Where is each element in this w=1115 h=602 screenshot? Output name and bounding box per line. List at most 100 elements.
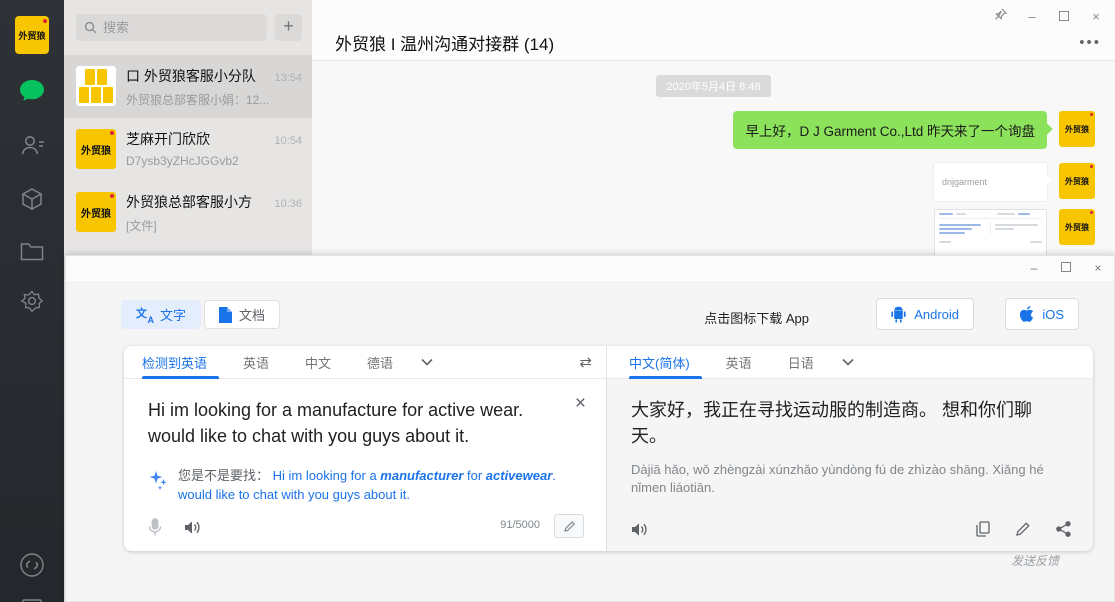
android-label: Android bbox=[914, 307, 959, 322]
tab-german[interactable]: 德语 bbox=[349, 346, 411, 379]
search-input[interactable] bbox=[103, 20, 259, 35]
message-row: 外贸狼 bbox=[312, 209, 1115, 259]
chat-time: 10:54 bbox=[274, 135, 302, 147]
contacts-icon[interactable] bbox=[0, 130, 64, 160]
message-area: 2020年5月4日 8:48 早上好，D J Garment Co.,Ltd 昨… bbox=[312, 61, 1115, 259]
folder-icon[interactable] bbox=[0, 236, 64, 266]
avatar[interactable]: 外贸狼 bbox=[1059, 163, 1095, 199]
message-row: 早上好，D J Garment Co.,Ltd 昨天来了一个询盘 外贸狼 bbox=[312, 111, 1115, 149]
message-row: dnjgarment 外贸狼 bbox=[312, 163, 1115, 201]
chat-list-item[interactable]: 外贸狼 外贸狼总部客服小方 10:36 [文件] bbox=[64, 181, 312, 244]
chat-title: 口 外贸狼客服小分队 bbox=[126, 66, 256, 86]
chat-room-title: 外贸狼 I 温州沟通对接群 (14) bbox=[335, 30, 554, 55]
search-icon bbox=[84, 21, 97, 34]
chats-icon[interactable] bbox=[0, 76, 64, 106]
translator-toolbar: 文 A 文字 文档 点击图标下载 App Android bbox=[66, 283, 1114, 345]
android-icon bbox=[891, 306, 906, 323]
avatar[interactable]: 外贸狼 bbox=[1059, 209, 1095, 245]
ios-download-button[interactable]: iOS bbox=[1005, 298, 1079, 330]
pin-icon[interactable] bbox=[991, 8, 1009, 24]
document-icon bbox=[219, 307, 232, 323]
share-icon[interactable] bbox=[1056, 521, 1071, 537]
tab-chinese-simplified[interactable]: 中文(简体) bbox=[629, 346, 708, 379]
tab-english[interactable]: 英语 bbox=[708, 346, 770, 379]
text-mode-label: 文字 bbox=[160, 305, 186, 324]
chevron-down-icon[interactable] bbox=[421, 358, 433, 366]
minimize-icon[interactable]: – bbox=[1023, 9, 1041, 24]
document-mode-label: 文档 bbox=[239, 305, 265, 324]
android-download-button[interactable]: Android bbox=[876, 298, 974, 330]
app-logo[interactable]: 外贸狼 bbox=[15, 16, 49, 54]
tools-icon[interactable] bbox=[0, 286, 64, 316]
avatar: 外贸狼 bbox=[76, 192, 116, 232]
avatar-label: 外贸狼 bbox=[1065, 222, 1089, 233]
avatar-reg-mark bbox=[110, 194, 114, 198]
source-language-tabs: 检测到英语 英语 中文 德语 ⇄ bbox=[124, 346, 606, 378]
avatar-label: 外贸狼 bbox=[1065, 124, 1089, 135]
chat-list-item[interactable]: 口 外贸狼客服小分队 13:54 外贸狼总部客服小娟：12... bbox=[64, 55, 312, 118]
app-logo-label: 外贸狼 bbox=[18, 29, 45, 42]
link-card-text: dnjgarment bbox=[942, 177, 987, 187]
sidebar: 外贸狼 bbox=[0, 0, 64, 602]
edit-button[interactable] bbox=[554, 514, 584, 538]
chat-list-item[interactable]: 外贸狼 芝麻开门欣欣 10:54 D7ysb3yZHcJGGvb2 bbox=[64, 118, 312, 181]
avatar[interactable]: 外贸狼 bbox=[1059, 111, 1095, 147]
text-mode-button[interactable]: 文 A 文字 bbox=[121, 300, 201, 329]
translator-titlebar: – × bbox=[66, 256, 1114, 283]
translation-screenshot-thumbnail[interactable] bbox=[934, 209, 1047, 259]
swap-languages-icon[interactable]: ⇄ bbox=[579, 353, 592, 371]
close-icon[interactable]: × bbox=[1087, 9, 1105, 24]
listen-icon[interactable] bbox=[631, 522, 648, 537]
edit-translation-icon[interactable] bbox=[1016, 522, 1030, 536]
minimize-icon[interactable]: – bbox=[1026, 261, 1042, 275]
message-bubble[interactable]: dnjgarment bbox=[934, 163, 1047, 201]
ios-label: iOS bbox=[1042, 307, 1064, 322]
avatar-reg-mark bbox=[1090, 211, 1093, 214]
chat-title: 芝麻开门欣欣 bbox=[126, 129, 210, 149]
add-chat-button[interactable]: + bbox=[275, 14, 302, 41]
listen-icon[interactable] bbox=[184, 520, 201, 535]
tab-detected-language[interactable]: 检测到英语 bbox=[142, 346, 225, 379]
avatar: 外贸狼 bbox=[76, 129, 116, 169]
char-counter: 91/5000 bbox=[500, 519, 540, 531]
apple-icon bbox=[1020, 306, 1034, 322]
source-text[interactable]: Hi im looking for a manufacture for acti… bbox=[148, 397, 548, 449]
copy-icon[interactable] bbox=[976, 521, 990, 537]
close-icon[interactable]: × bbox=[1090, 261, 1106, 275]
tab-japanese[interactable]: 日语 bbox=[770, 346, 832, 379]
clear-text-icon[interactable]: × bbox=[575, 393, 586, 415]
avatar-label: 外贸狼 bbox=[1065, 176, 1089, 187]
send-feedback-link[interactable]: 发送反馈 bbox=[1011, 552, 1059, 569]
chat-subtitle: D7ysb3yZHcJGGvb2 bbox=[126, 154, 302, 168]
microphone-icon[interactable] bbox=[148, 518, 162, 537]
avatar-reg-mark bbox=[110, 131, 114, 135]
download-hint: 点击图标下载 App bbox=[704, 308, 809, 327]
maximize-icon[interactable] bbox=[1055, 9, 1073, 24]
maximize-icon[interactable] bbox=[1058, 261, 1074, 275]
message-bubble[interactable]: 早上好，D J Garment Co.,Ltd 昨天来了一个询盘 bbox=[733, 111, 1047, 149]
translate-icon: 文 A bbox=[136, 307, 153, 322]
sparkle-icon bbox=[148, 469, 168, 505]
chat-subtitle: [文件] bbox=[126, 217, 302, 234]
source-panel[interactable]: Hi im looking for a manufacture for acti… bbox=[124, 379, 606, 551]
document-mode-button[interactable]: 文档 bbox=[204, 300, 280, 329]
devices-icon[interactable] bbox=[0, 592, 64, 602]
target-panel: 大家好，我正在寻找运动服的制造商。 想和你们聊天。 Dàjiā hǎo, wǒ … bbox=[606, 379, 1093, 551]
date-divider: 2020年5月4日 8:48 bbox=[656, 75, 770, 97]
chat-time: 10:36 bbox=[274, 198, 302, 210]
tab-chinese[interactable]: 中文 bbox=[287, 346, 349, 379]
suggestion-label: 您是不是要找： bbox=[178, 468, 269, 483]
translated-text: 大家好，我正在寻找运动服的制造商。 想和你们聊天。 bbox=[631, 397, 1051, 449]
link-icon[interactable] bbox=[0, 550, 64, 580]
chat-subtitle: 外贸狼总部客服小娟：12... bbox=[126, 91, 302, 108]
package-icon[interactable] bbox=[0, 184, 64, 214]
app-window: 外贸狼 bbox=[0, 0, 1115, 602]
chat-title: 外贸狼总部客服小方 bbox=[126, 192, 252, 212]
tab-english[interactable]: 英语 bbox=[225, 346, 287, 379]
avatar-reg-mark bbox=[1090, 113, 1093, 116]
avatar-label: 外贸狼 bbox=[81, 205, 111, 220]
group-avatar bbox=[76, 66, 116, 106]
chat-more-menu-icon[interactable]: ••• bbox=[1079, 34, 1101, 51]
chevron-down-icon[interactable] bbox=[842, 358, 854, 366]
translator-window: – × 文 A 文字 文档 点击图标下载 App bbox=[65, 255, 1115, 602]
